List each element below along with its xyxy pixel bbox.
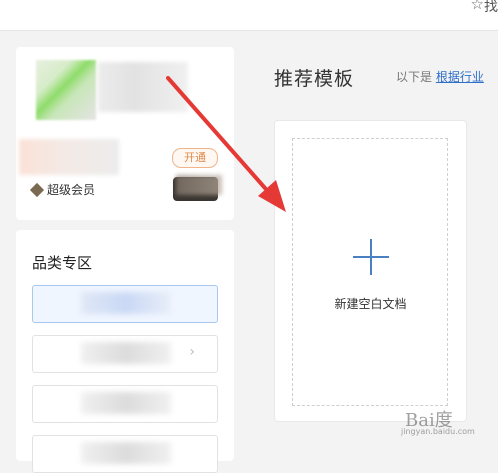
baidu-watermark: Bai度 jingyan.baidu.com bbox=[381, 404, 489, 440]
category-title: 品类专区 bbox=[32, 254, 93, 272]
category-item-blurred-label bbox=[81, 292, 171, 314]
category-item-blurred-label bbox=[81, 392, 171, 414]
category-card: 品类专区 › bbox=[16, 230, 234, 473]
category-item-blurred-label bbox=[81, 342, 171, 364]
category-item[interactable] bbox=[32, 435, 218, 473]
category-item[interactable]: › bbox=[32, 335, 218, 373]
top-bar: ☆ 找 bbox=[0, 0, 498, 31]
avatar[interactable] bbox=[36, 60, 96, 120]
open-vip-blur bbox=[176, 175, 222, 195]
watermark-url: jingyan.baidu.com bbox=[401, 427, 475, 436]
plus-icon bbox=[353, 239, 389, 275]
chevron-right-icon: › bbox=[189, 344, 195, 360]
category-item[interactable] bbox=[32, 385, 218, 423]
open-badge[interactable]: 开通 bbox=[172, 148, 218, 168]
profile-card: 开通 超级会员 bbox=[16, 47, 234, 220]
vip-diamond-icon bbox=[29, 182, 45, 197]
top-partial-text[interactable]: 找 bbox=[484, 0, 498, 16]
new-blank-doc-label: 新建空白文档 bbox=[334, 297, 407, 311]
recommend-subtitle-prefix: 以下是 bbox=[396, 70, 433, 84]
category-item[interactable] bbox=[32, 285, 218, 323]
user-name-blurred bbox=[98, 62, 188, 112]
industry-link[interactable]: 根据行业 bbox=[436, 70, 484, 84]
recommend-subtitle: 以下是 根据行业 bbox=[396, 68, 484, 85]
vip-label: 超级会员 bbox=[47, 183, 96, 197]
star-icon[interactable]: ☆ bbox=[471, 0, 484, 13]
recommend-title: 推荐模板 bbox=[274, 68, 355, 90]
vip-info-blurred bbox=[19, 139, 119, 175]
vip-row: 超级会员 bbox=[29, 181, 96, 198]
new-blank-doc-card[interactable]: 新建空白文档 bbox=[274, 120, 467, 422]
